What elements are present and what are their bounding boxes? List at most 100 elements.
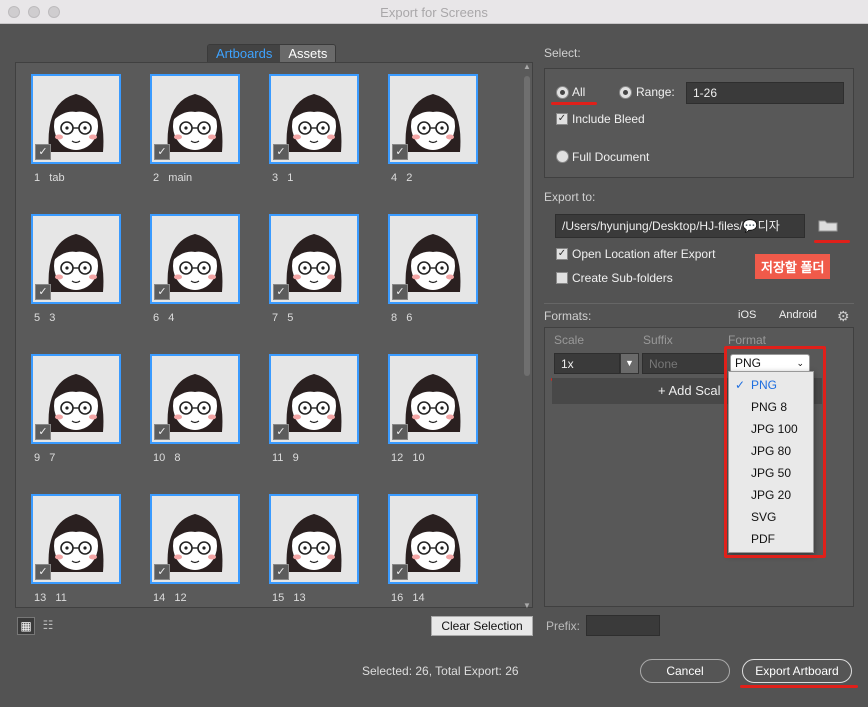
character-face-icon [405, 94, 461, 152]
export-to-label: Export to: [544, 190, 596, 204]
artboard-number: 16 [391, 592, 404, 604]
list-view-icon[interactable]: ☷ [39, 617, 57, 635]
scale-dropdown-button[interactable]: ▼ [620, 353, 639, 374]
artboard-thumbnail[interactable]: ✓ [388, 494, 478, 584]
artboard-caption: 2 main [153, 172, 192, 184]
artboard-thumbnail[interactable]: ✓ [388, 354, 478, 444]
artboard-checkbox[interactable]: ✓ [273, 424, 289, 440]
range-radio[interactable] [619, 86, 632, 99]
full-document-label: Full Document [572, 150, 650, 164]
artboard-number: 15 [272, 592, 285, 604]
artboard-caption: 6 4 [153, 312, 174, 324]
character-face-icon [48, 374, 104, 432]
character-face-icon [167, 514, 223, 572]
open-location-label: Open Location after Export [572, 247, 716, 261]
status-text: Selected: 26, Total Export: 26 [362, 664, 519, 678]
artboard-checkbox[interactable]: ✓ [273, 144, 289, 160]
create-subfolders-checkbox[interactable] [556, 272, 568, 284]
all-radio[interactable] [556, 86, 569, 99]
artboard-caption: 9 7 [34, 452, 55, 464]
artboard-checkbox[interactable]: ✓ [35, 564, 51, 580]
artboard-number: 11 [272, 452, 284, 464]
scroll-thumb[interactable] [524, 76, 530, 376]
tab-assets[interactable]: Assets [280, 45, 336, 63]
scroll-down-icon[interactable]: ▼ [523, 601, 531, 610]
artboard-thumbnail[interactable]: ✓ [150, 494, 240, 584]
clear-selection-button[interactable]: Clear Selection [431, 616, 533, 636]
character-face-icon [167, 234, 223, 292]
artboard-caption: 15 13 [272, 592, 306, 604]
android-link[interactable]: Android [779, 309, 817, 321]
artboard-checkbox[interactable]: ✓ [392, 284, 408, 300]
artboard-checkbox[interactable]: ✓ [154, 564, 170, 580]
artboard-thumbnail[interactable]: ✓ [31, 354, 121, 444]
artboard-name: 2 [406, 172, 413, 184]
full-document-radio[interactable] [556, 150, 569, 163]
open-location-checkbox[interactable]: ✓ [556, 248, 568, 260]
folder-icon[interactable] [818, 218, 838, 232]
artboard-name: 3 [49, 312, 56, 324]
artboard-thumbnail[interactable]: ✓ [150, 74, 240, 164]
include-bleed-label: Include Bleed [572, 112, 645, 126]
artboard-checkbox[interactable]: ✓ [35, 144, 51, 160]
character-face-icon [286, 374, 342, 432]
artboard-thumbnail[interactable]: ✓ [150, 214, 240, 304]
prefix-label: Prefix: [546, 619, 581, 633]
artboard-checkbox[interactable]: ✓ [154, 424, 170, 440]
artboard-thumbnail[interactable]: ✓ [31, 74, 121, 164]
artboard-name: main [168, 172, 193, 184]
artboard-thumbnail[interactable]: ✓ [269, 74, 359, 164]
annotation-box-format [724, 346, 826, 558]
select-label: Select: [544, 46, 581, 60]
artboard-checkbox[interactable]: ✓ [35, 424, 51, 440]
cancel-button[interactable]: Cancel [640, 659, 730, 683]
artboard-name: 14 [412, 592, 425, 604]
grid-view-icon[interactable]: ▦ [17, 617, 35, 635]
artboard-checkbox[interactable]: ✓ [273, 284, 289, 300]
artboard-checkbox[interactable]: ✓ [392, 424, 408, 440]
suffix-input[interactable]: None [642, 353, 726, 374]
prefix-input[interactable] [586, 615, 660, 636]
artboard-name: 6 [406, 312, 413, 324]
artboard-name: 13 [293, 592, 306, 604]
artboard-checkbox[interactable]: ✓ [392, 144, 408, 160]
artboard-checkbox[interactable]: ✓ [273, 564, 289, 580]
artboard-checkbox[interactable]: ✓ [154, 284, 170, 300]
character-face-icon [48, 94, 104, 152]
character-face-icon [286, 234, 342, 292]
artboard-thumbnail[interactable]: ✓ [269, 354, 359, 444]
view-tabs: Artboards Assets [207, 44, 337, 64]
artboard-checkbox[interactable]: ✓ [154, 144, 170, 160]
range-input[interactable]: 1-26 [686, 82, 844, 104]
artboard-thumbnail[interactable]: ✓ [31, 214, 121, 304]
suffix-header: Suffix [643, 333, 673, 347]
artboard-caption: 12 10 [391, 452, 425, 464]
ios-link[interactable]: iOS [738, 309, 756, 321]
artboard-thumbnail[interactable]: ✓ [269, 214, 359, 304]
artboard-thumbnail[interactable]: ✓ [150, 354, 240, 444]
character-face-icon [167, 94, 223, 152]
scale-input[interactable]: 1x [554, 353, 620, 374]
scroll-up-icon[interactable]: ▲ [523, 62, 531, 71]
artboard-thumbnail[interactable]: ✓ [388, 214, 478, 304]
character-face-icon [286, 514, 342, 572]
artboard-number: 12 [391, 452, 404, 464]
gear-icon[interactable]: ⚙ [837, 308, 850, 325]
artboard-checkbox[interactable]: ✓ [392, 564, 408, 580]
export-artboard-button[interactable]: Export Artboard [742, 659, 852, 683]
formats-label: Formats: [544, 309, 592, 323]
artboard-scrollbar[interactable]: ▲ ▼ [522, 62, 532, 610]
include-bleed-checkbox[interactable]: ✓ [556, 113, 568, 125]
artboard-thumbnail[interactable]: ✓ [388, 74, 478, 164]
tab-artboards[interactable]: Artboards [208, 45, 281, 63]
artboard-checkbox[interactable]: ✓ [35, 284, 51, 300]
artboard-thumbnail[interactable]: ✓ [31, 494, 121, 584]
artboard-name: 11 [55, 592, 67, 604]
annotation-underline-all [551, 102, 597, 105]
character-face-icon [405, 374, 461, 432]
character-face-icon [48, 514, 104, 572]
artboard-number: 10 [153, 452, 166, 464]
character-face-icon [405, 514, 461, 572]
artboard-thumbnail[interactable]: ✓ [269, 494, 359, 584]
export-path-field[interactable]: /Users/hyunjung/Desktop/HJ-files/💬디자 [555, 214, 805, 238]
